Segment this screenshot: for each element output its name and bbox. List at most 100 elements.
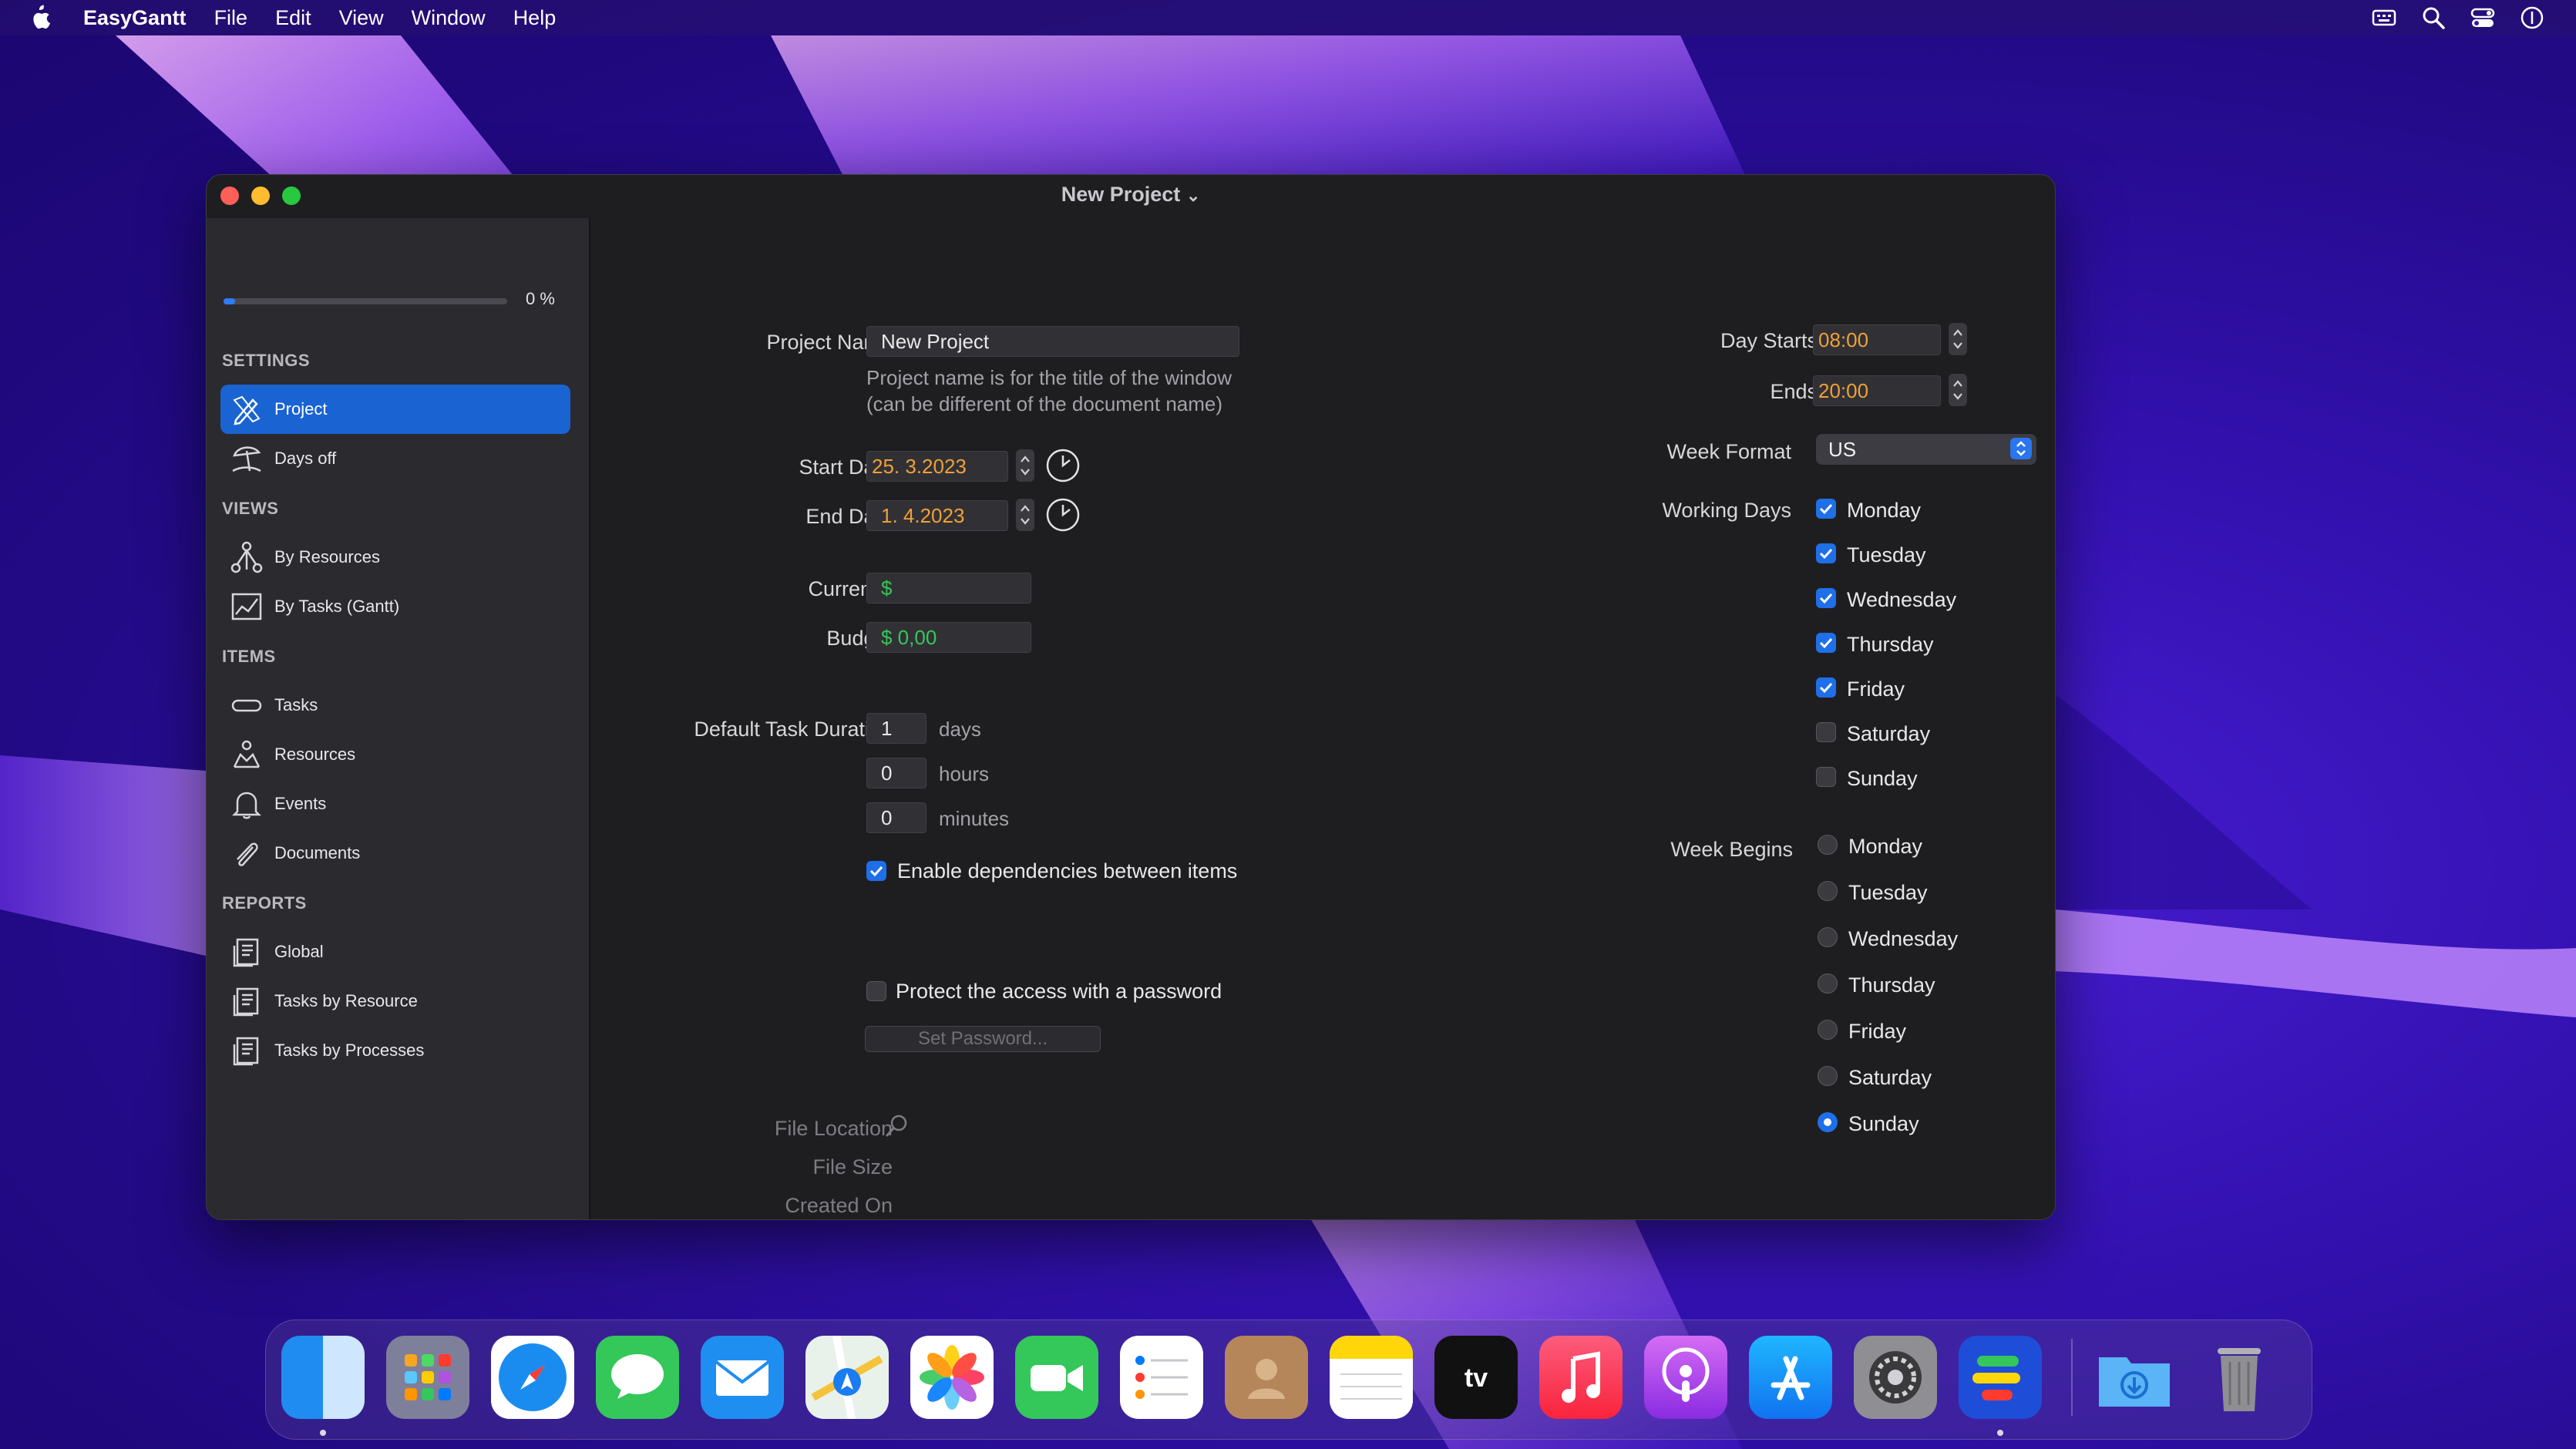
project-settings-panel: Project Name New Project Project name is… — [590, 218, 2055, 1219]
menu-view[interactable]: View — [339, 6, 384, 30]
week-begins-label-item[interactable]: Monday — [1848, 835, 1922, 859]
report-icon — [233, 938, 259, 967]
week-begins-label-item[interactable]: Friday — [1848, 1020, 1906, 1044]
dock-photos-icon[interactable] — [910, 1336, 994, 1419]
week-begins-label-item[interactable]: Tuesday — [1848, 881, 1928, 905]
sidebar-item-by-tasks-gantt[interactable]: By Tasks (Gantt) — [220, 582, 570, 631]
apple-menu-icon[interactable] — [28, 5, 51, 31]
dock-finder-icon[interactable] — [281, 1336, 365, 1419]
protect-password-label[interactable]: Protect the access with a password — [896, 980, 1222, 1004]
week-begins-sunday-radio[interactable] — [1818, 1112, 1838, 1132]
dock-app-store-icon[interactable] — [1749, 1336, 1832, 1419]
working-day-label[interactable]: Tuesday — [1847, 543, 1926, 567]
search-icon[interactable] — [883, 1112, 911, 1140]
sidebar-item-events[interactable]: Events — [220, 779, 570, 829]
working-day-monday-checkbox[interactable] — [1816, 499, 1836, 519]
project-name-input[interactable]: New Project — [866, 326, 1239, 357]
dock-contacts-icon[interactable] — [1225, 1336, 1308, 1419]
end-date-clock-icon[interactable] — [1045, 497, 1081, 533]
working-day-wednesday-checkbox[interactable] — [1816, 588, 1836, 608]
file-size-label: File Size — [812, 1155, 893, 1178]
enable-dependencies-label[interactable]: Enable dependencies between items — [897, 859, 1237, 883]
working-day-thursday-checkbox[interactable] — [1816, 633, 1836, 653]
working-day-label[interactable]: Friday — [1847, 677, 1905, 701]
window-title[interactable]: New Project ⌄ — [207, 183, 2055, 207]
duration-minutes-input[interactable]: 0 — [866, 802, 926, 833]
day-starts-stepper[interactable] — [1949, 323, 1967, 355]
sidebar-item-resources[interactable]: Resources — [220, 730, 570, 779]
week-begins-label-item[interactable]: Sunday — [1848, 1112, 1919, 1136]
dock-easygantt-icon[interactable] — [1959, 1336, 2042, 1419]
keyboard-icon[interactable] — [2371, 5, 2397, 31]
dock-tv-icon[interactable]: tv — [1434, 1336, 1518, 1419]
sidebar-item-documents[interactable]: Documents — [220, 829, 570, 878]
working-day-saturday-checkbox[interactable] — [1816, 722, 1836, 742]
currency-field[interactable]: $ — [866, 573, 1031, 603]
set-password-button[interactable]: Set Password... — [865, 1026, 1101, 1052]
working-day-sunday-checkbox[interactable] — [1816, 767, 1836, 787]
dock-safari-icon[interactable] — [491, 1336, 574, 1419]
dock-podcasts-icon[interactable] — [1644, 1336, 1727, 1419]
start-date-clock-icon[interactable] — [1045, 448, 1081, 483]
menu-window[interactable]: Window — [412, 6, 486, 30]
protect-password-checkbox[interactable] — [866, 981, 886, 1001]
menu-bar: EasyGantt File Edit View Window Help — [0, 0, 2576, 35]
dock-facetime-icon[interactable] — [1015, 1336, 1098, 1419]
week-begins-label-item[interactable]: Thursday — [1848, 973, 1935, 997]
working-day-label[interactable]: Saturday — [1847, 722, 1930, 746]
dock-mail-icon[interactable] — [701, 1336, 784, 1419]
start-date-stepper[interactable] — [1016, 449, 1034, 482]
end-date-stepper[interactable] — [1016, 499, 1034, 531]
siri-icon[interactable] — [2519, 5, 2545, 31]
week-begins-label-item[interactable]: Saturday — [1848, 1066, 1932, 1090]
sidebar-item-project[interactable]: Project — [220, 385, 570, 434]
working-day-tuesday-checkbox[interactable] — [1816, 543, 1836, 563]
working-day-friday-checkbox[interactable] — [1816, 677, 1836, 698]
sidebar-item-tasks-by-processes[interactable]: Tasks by Processes — [220, 1026, 570, 1075]
menu-edit[interactable]: Edit — [275, 6, 311, 30]
sidebar-item-tasks[interactable]: Tasks — [220, 681, 570, 730]
dock-launchpad-icon[interactable] — [386, 1336, 469, 1419]
menu-help[interactable]: Help — [513, 6, 557, 30]
week-begins-monday-radio[interactable] — [1818, 835, 1838, 855]
dock-messages-icon[interactable] — [596, 1336, 679, 1419]
week-begins-label-item[interactable]: Wednesday — [1848, 927, 1958, 951]
ends-stepper[interactable] — [1949, 374, 1967, 406]
sidebar-item-by-resources[interactable]: By Resources — [220, 533, 570, 582]
dock-maps-icon[interactable] — [805, 1336, 889, 1419]
end-date-field[interactable]: 1. 4.2023 — [866, 500, 1008, 531]
control-center-icon[interactable] — [2470, 5, 2496, 31]
dock-notes-icon[interactable] — [1330, 1336, 1413, 1419]
menu-app-name[interactable]: EasyGantt — [83, 6, 187, 30]
dock-downloads-icon[interactable] — [2093, 1336, 2176, 1419]
duration-hours-input[interactable]: 0 — [866, 758, 926, 788]
sidebar-item-days-off[interactable]: Days off — [220, 434, 570, 483]
week-begins-saturday-radio[interactable] — [1818, 1066, 1838, 1086]
week-begins-tuesday-radio[interactable] — [1818, 881, 1838, 901]
menu-file[interactable]: File — [214, 6, 248, 30]
dock-music-icon[interactable] — [1539, 1336, 1623, 1419]
default-task-duration-label: Default Task Duration — [694, 718, 893, 741]
week-begins-wednesday-radio[interactable] — [1818, 927, 1838, 947]
working-day-label[interactable]: Monday — [1847, 499, 1921, 523]
sidebar-item-tasks-by-resource[interactable]: Tasks by Resource — [220, 977, 570, 1026]
sidebar-item-label: Events — [274, 794, 327, 813]
search-icon[interactable] — [2420, 5, 2447, 31]
working-day-label[interactable]: Thursday — [1847, 633, 1934, 657]
dock-reminders-icon[interactable] — [1120, 1336, 1203, 1419]
day-starts-field[interactable]: 08:00 — [1813, 324, 1941, 355]
resources-icon — [233, 740, 261, 768]
budget-field[interactable]: $ 0,00 — [866, 622, 1031, 653]
week-begins-friday-radio[interactable] — [1818, 1020, 1838, 1040]
working-day-label[interactable]: Sunday — [1847, 767, 1918, 791]
start-date-field[interactable]: 25. 3.2023 — [866, 451, 1008, 482]
ends-field[interactable]: 20:00 — [1813, 375, 1941, 406]
duration-days-input[interactable]: 1 — [866, 713, 926, 744]
enable-dependencies-checkbox[interactable] — [866, 861, 886, 881]
week-begins-thursday-radio[interactable] — [1818, 973, 1838, 993]
week-format-select[interactable]: US — [1816, 434, 2036, 465]
working-day-label[interactable]: Wednesday — [1847, 588, 1956, 612]
dock-system-settings-icon[interactable] — [1854, 1336, 1937, 1419]
sidebar-item-global[interactable]: Global — [220, 927, 570, 977]
dock-trash-icon[interactable] — [2198, 1336, 2281, 1419]
